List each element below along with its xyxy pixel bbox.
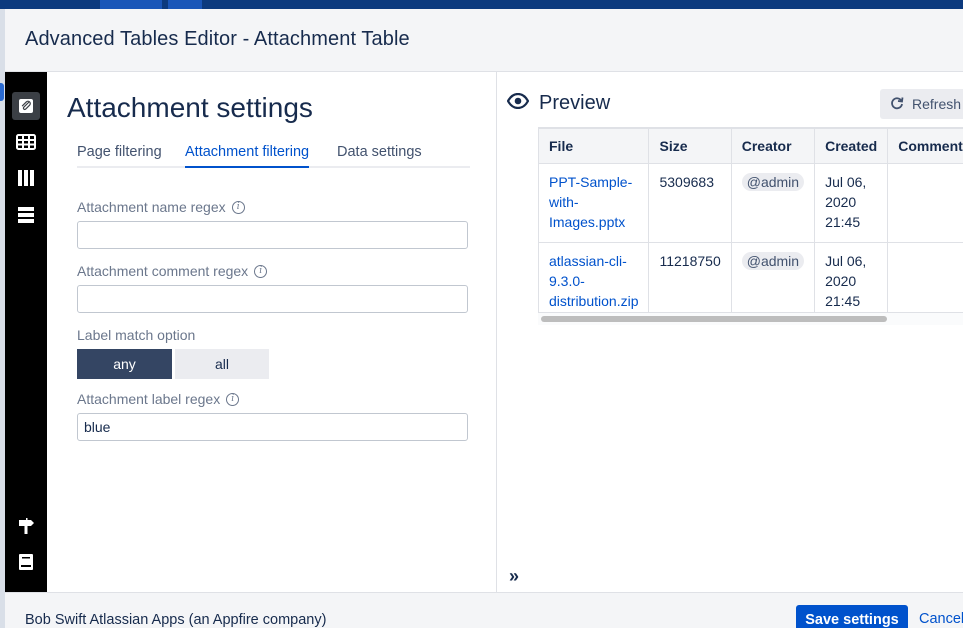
table-icon[interactable]: [12, 128, 40, 156]
label-match-toggle: any all: [77, 349, 269, 379]
preview-header: Preview: [506, 92, 611, 115]
refresh-icon: [890, 96, 904, 113]
label-match-option-label: Label match option: [77, 327, 195, 343]
save-settings-button[interactable]: Save settings: [796, 605, 908, 628]
dialog-footer: Bob Swift Atlassian Apps (an Appfire com…: [5, 592, 963, 628]
dialog-title: Advanced Tables Editor - Attachment Tabl…: [25, 28, 410, 50]
tab-data-settings[interactable]: Data settings: [337, 144, 422, 166]
attachment-comment-regex-label: Attachment comment regex i: [77, 263, 268, 279]
columns-icon[interactable]: [12, 164, 40, 192]
column-header-created[interactable]: Created: [814, 128, 889, 164]
cancel-link[interactable]: Cancel: [919, 611, 963, 627]
refresh-button[interactable]: Refresh: [880, 89, 963, 119]
attachment-icon[interactable]: [12, 92, 40, 120]
tab-page-filtering[interactable]: Page filtering: [77, 144, 162, 166]
column-header-size[interactable]: Size: [648, 128, 732, 164]
double-chevron-right-icon[interactable]: »: [509, 566, 519, 587]
table-row: atlassian-cli-9.3.0-distribution.zip 112…: [538, 242, 963, 322]
preview-table: File Size Creator Created Comment PPT-Sa…: [538, 128, 963, 322]
tab-attachment-filtering[interactable]: Attachment filtering: [185, 144, 310, 168]
dialog-header: Advanced Tables Editor - Attachment Tabl…: [5, 9, 963, 72]
attachment-name-regex-label-text: Attachment name regex: [77, 199, 226, 215]
settings-tabs: Page filtering Attachment filtering Data…: [77, 144, 470, 168]
column-header-comment[interactable]: Comment: [887, 128, 963, 164]
user-mention[interactable]: @admin: [741, 252, 805, 270]
file-link[interactable]: PPT-Sample-with-Images.pptx: [549, 174, 632, 230]
attachment-label-regex-label-text: Attachment label regex: [77, 391, 221, 407]
vendor-credit: Bob Swift Atlassian Apps (an Appfire com…: [25, 612, 327, 628]
file-cell: atlassian-cli-9.3.0-distribution.zip: [538, 242, 650, 322]
settings-panel: Attachment settings Page filtering Attac…: [47, 72, 496, 592]
refresh-label: Refresh: [912, 96, 962, 112]
table-header-row: File Size Creator Created Comment: [538, 128, 963, 164]
file-link[interactable]: atlassian-cli-9.3.0-distribution.zip: [549, 253, 639, 309]
horizontal-scrollbar[interactable]: [538, 312, 963, 325]
comment-cell: [887, 163, 963, 243]
user-mention[interactable]: @admin: [741, 173, 805, 191]
label-match-option-label-text: Label match option: [77, 327, 196, 343]
created-cell: Jul 06, 2020 21:45: [814, 242, 889, 322]
background-page-strip: [0, 0, 963, 14]
attachment-name-regex-label: Attachment name regex i: [77, 199, 245, 215]
file-cell: PPT-Sample-with-Images.pptx: [538, 163, 650, 243]
column-header-creator[interactable]: Creator: [730, 128, 816, 164]
attachment-name-regex-input[interactable]: [77, 221, 468, 249]
preview-panel: Preview Refresh File Size Creator Create…: [497, 72, 963, 592]
book-icon[interactable]: [12, 548, 40, 576]
creator-cell: @admin: [730, 242, 816, 322]
attachment-comment-regex-input[interactable]: [77, 285, 468, 313]
label-match-any-button[interactable]: any: [77, 349, 172, 379]
preview-title: Preview: [539, 92, 611, 114]
created-cell: Jul 06, 2020 21:45: [814, 163, 889, 243]
info-icon[interactable]: i: [231, 200, 245, 214]
scrollbar-thumb[interactable]: [541, 316, 887, 322]
preview-table-container: File Size Creator Created Comment PPT-Sa…: [538, 127, 963, 328]
info-icon[interactable]: i: [226, 392, 240, 406]
attachment-comment-regex-label-text: Attachment comment regex: [77, 263, 249, 279]
table-row: PPT-Sample-with-Images.pptx 5309683 @adm…: [538, 163, 963, 243]
rows-icon[interactable]: [12, 201, 40, 229]
creator-cell: @admin: [730, 163, 816, 243]
eye-icon: [506, 92, 530, 114]
size-cell: 5309683: [648, 163, 732, 243]
settings-heading: Attachment settings: [67, 92, 313, 123]
signpost-icon[interactable]: [12, 512, 40, 540]
editor-dialog: Advanced Tables Editor - Attachment Tabl…: [5, 9, 963, 628]
comment-cell: [887, 242, 963, 322]
column-header-file[interactable]: File: [538, 128, 650, 164]
size-cell: 11218750: [648, 242, 732, 322]
info-icon[interactable]: i: [254, 264, 268, 278]
background-link-marker: [0, 83, 4, 101]
attachment-label-regex-input[interactable]: [77, 413, 468, 441]
attachment-label-regex-label: Attachment label regex i: [77, 391, 240, 407]
editor-icon-sidebar: [5, 72, 47, 592]
label-match-all-button[interactable]: all: [175, 349, 269, 379]
